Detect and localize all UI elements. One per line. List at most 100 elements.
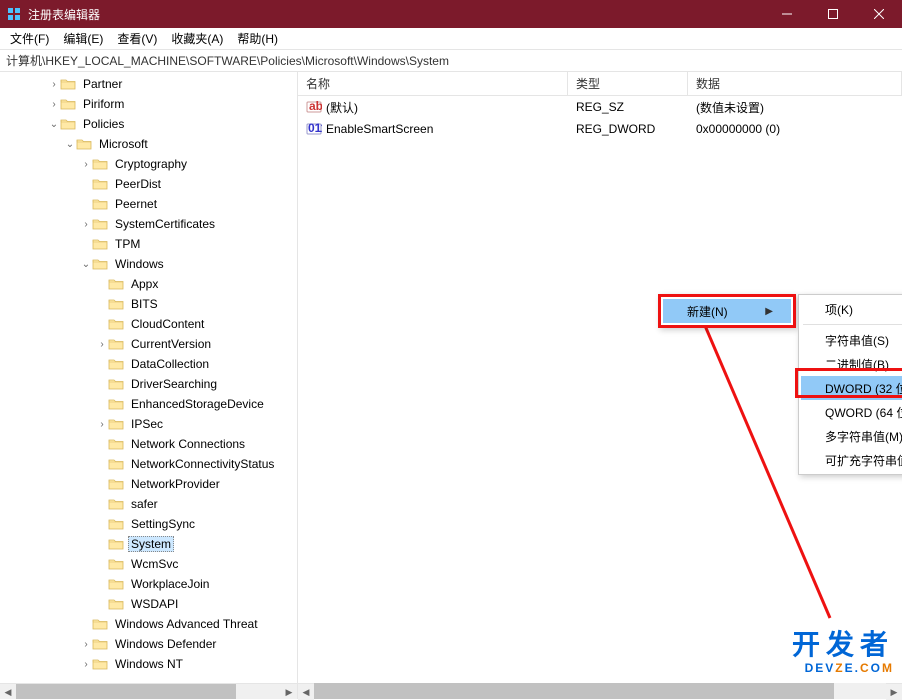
tree-item[interactable]: CloudContent xyxy=(0,314,297,334)
tree-item[interactable]: DriverSearching xyxy=(0,374,297,394)
menu-help[interactable]: 帮助(H) xyxy=(231,28,284,49)
expand-icon[interactable]: › xyxy=(80,659,92,670)
folder-icon xyxy=(92,657,108,671)
folder-icon xyxy=(60,117,76,131)
maximize-button[interactable] xyxy=(810,0,856,28)
column-header-name[interactable]: 名称 xyxy=(298,72,568,95)
tree-item[interactable]: ›Piriform xyxy=(0,94,297,114)
tree-item-label: safer xyxy=(128,496,161,512)
collapse-icon[interactable]: ⌄ xyxy=(48,119,60,130)
scroll-thumb[interactable] xyxy=(16,684,236,699)
tree-item-label: CurrentVersion xyxy=(128,336,214,352)
scroll-left-button[interactable]: ◀ xyxy=(0,684,16,699)
submenu-dword[interactable]: DWORD (32 位)值(D) xyxy=(801,376,902,400)
close-button[interactable] xyxy=(856,0,902,28)
tree-item-label: Appx xyxy=(128,276,161,292)
tree-item[interactable]: ›Cryptography xyxy=(0,154,297,174)
scroll-track[interactable] xyxy=(314,683,886,699)
title-bar: 注册表编辑器 xyxy=(0,0,902,28)
tree-item[interactable]: NetworkConnectivityStatus xyxy=(0,454,297,474)
tree-item[interactable]: NetworkProvider xyxy=(0,474,297,494)
minimize-button[interactable] xyxy=(764,0,810,28)
context-submenu: 项(K) 字符串值(S) 二进制值(B) DWORD (32 位)值(D) QW… xyxy=(798,294,902,475)
expand-icon[interactable]: › xyxy=(48,79,60,90)
tree-item[interactable]: BITS xyxy=(0,294,297,314)
address-bar[interactable]: 计算机\HKEY_LOCAL_MACHINE\SOFTWARE\Policies… xyxy=(0,50,902,72)
submenu-string[interactable]: 字符串值(S) xyxy=(801,328,902,352)
tree-item[interactable]: TPM xyxy=(0,234,297,254)
tree-item[interactable]: ⌄Microsoft xyxy=(0,134,297,154)
tree-item[interactable]: safer xyxy=(0,494,297,514)
tree-scrollbar: ◀ ▶ xyxy=(0,684,298,699)
tree-item[interactable]: Peernet xyxy=(0,194,297,214)
list-row[interactable]: ab(默认)REG_SZ(数值未设置) xyxy=(298,96,902,118)
tree-item[interactable]: EnhancedStorageDevice xyxy=(0,394,297,414)
tree-item[interactable]: ⌄Windows xyxy=(0,254,297,274)
tree-item-label: PeerDist xyxy=(112,176,164,192)
tree-item[interactable]: ›IPSec xyxy=(0,414,297,434)
tree-item[interactable]: Appx xyxy=(0,274,297,294)
collapse-icon[interactable]: ⌄ xyxy=(80,259,92,270)
list-panel: 名称 类型 数据 ab(默认)REG_SZ(数值未设置)011EnableSma… xyxy=(298,72,902,683)
tree-item[interactable]: WorkplaceJoin xyxy=(0,574,297,594)
tree-panel[interactable]: ›Partner›Piriform⌄Policies⌄Microsoft›Cry… xyxy=(0,72,298,683)
menu-edit[interactable]: 编辑(E) xyxy=(57,28,109,49)
menu-bar: 文件(F) 编辑(E) 查看(V) 收藏夹(A) 帮助(H) xyxy=(0,28,902,50)
folder-icon xyxy=(92,257,108,271)
svg-text:ab: ab xyxy=(309,99,322,113)
tree-item-label: SettingSync xyxy=(128,516,198,532)
scroll-left-button[interactable]: ◀ xyxy=(298,684,314,700)
folder-icon xyxy=(108,417,124,431)
tree-item[interactable]: WSDAPI xyxy=(0,594,297,614)
tree-item[interactable]: SettingSync xyxy=(0,514,297,534)
expand-icon[interactable]: › xyxy=(96,339,108,350)
collapse-icon[interactable]: ⌄ xyxy=(64,139,76,150)
expand-icon[interactable]: › xyxy=(48,99,60,110)
submenu-binary[interactable]: 二进制值(B) xyxy=(801,352,902,376)
submenu-expand[interactable]: 可扩充字符串值(E) xyxy=(801,448,902,472)
tree-item[interactable]: DataCollection xyxy=(0,354,297,374)
folder-icon xyxy=(92,637,108,651)
menu-file[interactable]: 文件(F) xyxy=(4,28,55,49)
submenu-multi[interactable]: 多字符串值(M) xyxy=(801,424,902,448)
tree-item[interactable]: System xyxy=(0,534,297,554)
menu-favorites[interactable]: 收藏夹(A) xyxy=(165,28,229,49)
folder-icon xyxy=(108,437,124,451)
tree-item[interactable]: ⌄Policies xyxy=(0,114,297,134)
folder-icon xyxy=(108,497,124,511)
list-row[interactable]: 011EnableSmartScreenREG_DWORD0x00000000 … xyxy=(298,118,902,140)
expand-icon[interactable]: › xyxy=(80,219,92,230)
scroll-right-button[interactable]: ▶ xyxy=(886,684,902,700)
expand-icon[interactable]: › xyxy=(96,419,108,430)
context-menu-new[interactable]: 新建(N) ▶ xyxy=(663,299,791,323)
expand-icon[interactable]: › xyxy=(80,639,92,650)
folder-icon xyxy=(92,197,108,211)
submenu-key[interactable]: 项(K) xyxy=(801,297,902,321)
column-header-type[interactable]: 类型 xyxy=(568,72,688,95)
expand-icon[interactable]: › xyxy=(80,159,92,170)
tree-item[interactable]: › Windows Defender xyxy=(0,634,297,654)
submenu-qword[interactable]: QWORD (64 位)值(Q) xyxy=(801,400,902,424)
tree-item[interactable]: PeerDist xyxy=(0,174,297,194)
scroll-thumb[interactable] xyxy=(314,683,834,699)
tree-item[interactable]: ›SystemCertificates xyxy=(0,214,297,234)
column-header-data[interactable]: 数据 xyxy=(688,72,902,95)
folder-icon xyxy=(76,137,92,151)
tree-item[interactable]: WcmSvc xyxy=(0,554,297,574)
value-type: REG_DWORD xyxy=(568,122,688,136)
tree-item-label: Windows Defender xyxy=(112,636,219,652)
folder-icon xyxy=(92,217,108,231)
scroll-track[interactable] xyxy=(16,684,281,699)
value-name: (默认) xyxy=(326,99,358,116)
tree-item[interactable]: Network Connections xyxy=(0,434,297,454)
dword-value-icon: 011 xyxy=(306,121,322,137)
tree-item[interactable]: › Windows NT xyxy=(0,654,297,674)
tree-item-label: Windows NT xyxy=(112,656,186,672)
scroll-right-button[interactable]: ▶ xyxy=(281,684,297,699)
app-icon xyxy=(6,6,22,22)
menu-view[interactable]: 查看(V) xyxy=(111,28,163,49)
tree-item[interactable]: Windows Advanced Threat xyxy=(0,614,297,634)
tree-item[interactable]: › CurrentVersion xyxy=(0,334,297,354)
tree-item[interactable]: ›Partner xyxy=(0,74,297,94)
svg-text:011: 011 xyxy=(308,121,322,135)
